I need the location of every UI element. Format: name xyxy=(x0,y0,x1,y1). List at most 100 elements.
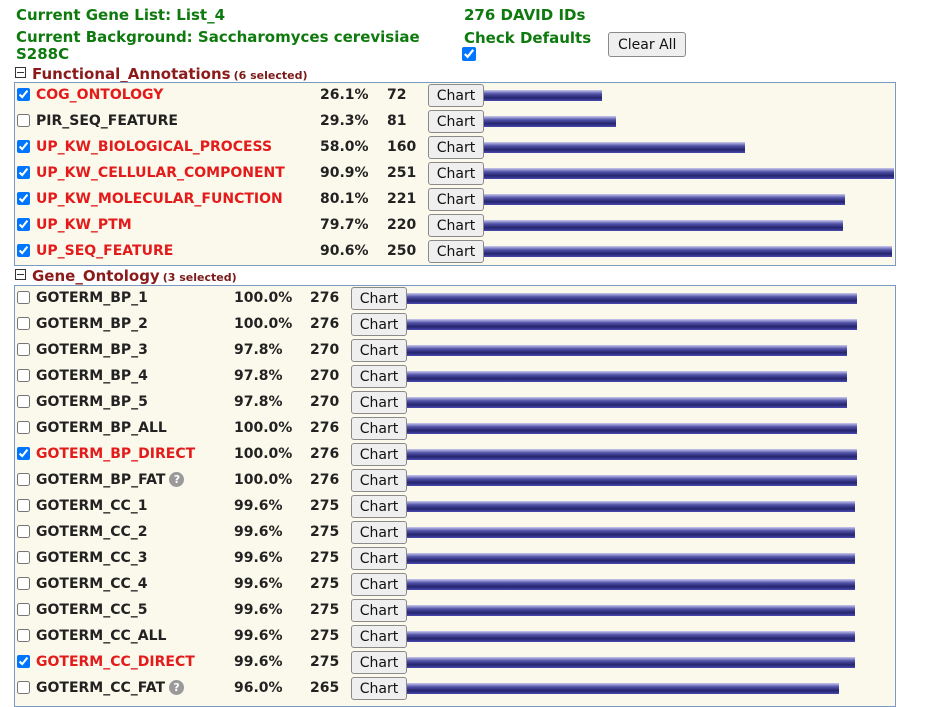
annotation-name[interactable]: UP_KW_MOLECULAR_FUNCTION xyxy=(36,191,283,207)
chart-button[interactable]: Chart xyxy=(428,84,484,107)
annotation-count[interactable]: 276 xyxy=(310,420,339,436)
annotation-name[interactable]: UP_KW_BIOLOGICAL_PROCESS xyxy=(36,139,272,155)
annotation-checkbox[interactable] xyxy=(17,317,30,330)
annotation-name[interactable]: GOTERM_CC_2 xyxy=(36,524,148,540)
annotation-count[interactable]: 275 xyxy=(310,524,339,540)
annotation-count[interactable]: 221 xyxy=(387,191,416,207)
annotation-percent: 96.0% xyxy=(234,680,283,696)
annotation-name[interactable]: PIR_SEQ_FEATURE xyxy=(36,113,178,129)
check-defaults-checkbox[interactable] xyxy=(462,47,476,61)
chart-button[interactable]: Chart xyxy=(428,136,484,159)
annotation-checkbox[interactable] xyxy=(17,473,30,486)
annotation-count[interactable]: 275 xyxy=(310,576,339,592)
annotation-name[interactable]: COG_ONTOLOGY xyxy=(36,87,163,103)
annotation-name[interactable]: GOTERM_CC_1 xyxy=(36,498,148,514)
annotation-name[interactable]: GOTERM_BP_DIRECT xyxy=(36,446,195,462)
chart-button[interactable]: Chart xyxy=(428,214,484,237)
chart-button[interactable]: Chart xyxy=(428,110,484,133)
chart-button[interactable]: Chart xyxy=(351,417,407,440)
annotation-checkbox[interactable] xyxy=(17,525,30,538)
annotation-name[interactable]: GOTERM_BP_ALL xyxy=(36,420,167,436)
annotation-name[interactable]: GOTERM_BP_FAT? xyxy=(36,471,185,488)
chart-button[interactable]: Chart xyxy=(351,495,407,518)
annotation-count[interactable]: 276 xyxy=(310,472,339,488)
annotation-count[interactable]: 270 xyxy=(310,368,339,384)
chart-button[interactable]: Chart xyxy=(351,391,407,414)
annotation-count[interactable]: 276 xyxy=(310,316,339,332)
chart-button[interactable]: Chart xyxy=(351,443,407,466)
annotation-checkbox[interactable] xyxy=(17,244,30,257)
chart-button[interactable]: Chart xyxy=(351,339,407,362)
chart-button[interactable]: Chart xyxy=(351,365,407,388)
clear-all-button[interactable]: Clear All xyxy=(608,32,687,57)
annotation-count[interactable]: 251 xyxy=(387,165,416,181)
annotation-name[interactable]: GOTERM_CC_ALL xyxy=(36,628,166,644)
annotation-checkbox[interactable] xyxy=(17,166,30,179)
annotation-name[interactable]: UP_SEQ_FEATURE xyxy=(36,243,173,259)
chart-button[interactable]: Chart xyxy=(351,677,407,700)
annotation-checkbox[interactable] xyxy=(17,88,30,101)
chart-button[interactable]: Chart xyxy=(351,573,407,596)
annotation-count[interactable]: 275 xyxy=(310,628,339,644)
annotation-checkbox[interactable] xyxy=(17,140,30,153)
annotation-count[interactable]: 270 xyxy=(310,342,339,358)
annotation-checkbox[interactable] xyxy=(17,395,30,408)
chart-button[interactable]: Chart xyxy=(351,521,407,544)
annotation-checkbox[interactable] xyxy=(17,343,30,356)
annotation-checkbox[interactable] xyxy=(17,681,30,694)
annotation-count[interactable]: 275 xyxy=(310,550,339,566)
annotation-checkbox[interactable] xyxy=(17,551,30,564)
annotation-checkbox[interactable] xyxy=(17,192,30,205)
annotation-checkbox[interactable] xyxy=(17,369,30,382)
annotation-count[interactable]: 275 xyxy=(310,498,339,514)
annotation-name[interactable]: GOTERM_BP_4 xyxy=(36,368,148,384)
annotation-checkbox[interactable] xyxy=(17,291,30,304)
chart-button[interactable]: Chart xyxy=(428,240,484,263)
annotation-count[interactable]: 265 xyxy=(310,680,339,696)
collapse-icon[interactable] xyxy=(15,67,26,78)
annotation-name[interactable]: GOTERM_BP_3 xyxy=(36,342,148,358)
annotation-count[interactable]: 72 xyxy=(387,87,406,103)
annotation-name[interactable]: GOTERM_CC_3 xyxy=(36,550,148,566)
annotation-count[interactable]: 275 xyxy=(310,654,339,670)
annotation-count[interactable]: 220 xyxy=(387,217,416,233)
annotation-checkbox[interactable] xyxy=(17,603,30,616)
annotation-count[interactable]: 275 xyxy=(310,602,339,618)
annotation-name[interactable]: GOTERM_CC_4 xyxy=(36,576,148,592)
chart-button[interactable]: Chart xyxy=(351,625,407,648)
annotation-name[interactable]: GOTERM_CC_5 xyxy=(36,602,148,618)
chart-button[interactable]: Chart xyxy=(351,547,407,570)
annotation-checkbox[interactable] xyxy=(17,421,30,434)
annotation-count[interactable]: 276 xyxy=(310,446,339,462)
annotation-checkbox[interactable] xyxy=(17,114,30,127)
chart-button[interactable]: Chart xyxy=(351,469,407,492)
annotation-name[interactable]: GOTERM_CC_FAT? xyxy=(36,679,185,696)
annotation-name[interactable]: GOTERM_CC_DIRECT xyxy=(36,654,195,670)
collapse-icon[interactable] xyxy=(15,269,26,280)
annotation-checkbox[interactable] xyxy=(17,577,30,590)
chart-button[interactable]: Chart xyxy=(351,599,407,622)
annotation-count[interactable]: 160 xyxy=(387,139,416,155)
annotation-checkbox[interactable] xyxy=(17,218,30,231)
help-icon[interactable]: ? xyxy=(169,471,185,487)
annotation-name[interactable]: UP_KW_CELLULAR_COMPONENT xyxy=(36,165,285,181)
chart-button[interactable]: Chart xyxy=(351,651,407,674)
chart-button[interactable]: Chart xyxy=(428,188,484,211)
annotation-checkbox[interactable] xyxy=(17,447,30,460)
annotation-checkbox[interactable] xyxy=(17,629,30,642)
chart-button[interactable]: Chart xyxy=(351,313,407,336)
annotation-checkbox[interactable] xyxy=(17,655,30,668)
annotation-name[interactable]: UP_KW_PTM xyxy=(36,217,132,233)
help-icon[interactable]: ? xyxy=(169,679,185,695)
annotation-name[interactable]: GOTERM_BP_5 xyxy=(36,394,148,410)
annotation-count[interactable]: 270 xyxy=(310,394,339,410)
annotation-count[interactable]: 276 xyxy=(310,290,339,306)
chart-button[interactable]: Chart xyxy=(428,162,484,185)
chart-button[interactable]: Chart xyxy=(351,287,407,310)
annotation-checkbox[interactable] xyxy=(17,499,30,512)
annotation-count[interactable]: 250 xyxy=(387,243,416,259)
annotation-count[interactable]: 81 xyxy=(387,113,406,129)
annotation-name[interactable]: GOTERM_BP_1 xyxy=(36,290,148,306)
annotation-name[interactable]: GOTERM_BP_2 xyxy=(36,316,148,332)
annotation-row: GOTERM_CC_ALL 99.6% 275 Chart xyxy=(15,624,895,650)
